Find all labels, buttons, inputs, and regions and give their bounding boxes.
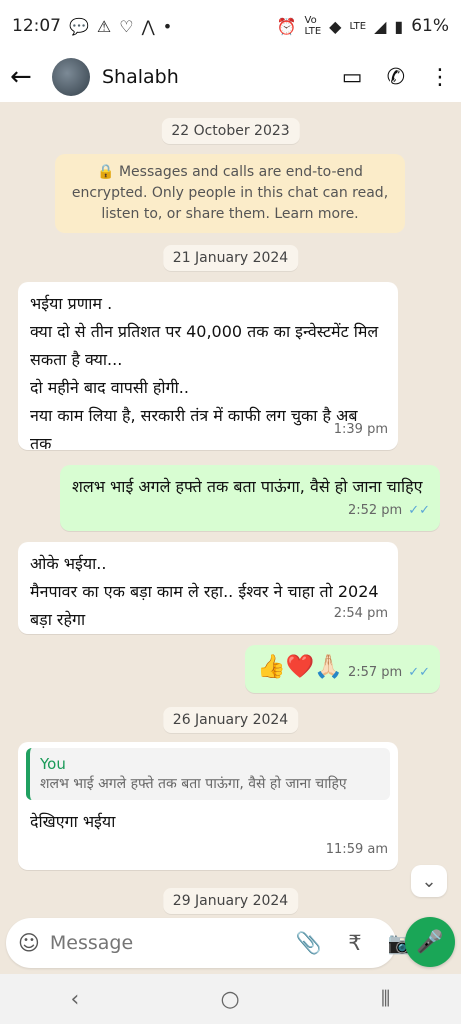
chat-area[interactable]: 22 October 2023 🔒 Messages and calls are…	[0, 102, 461, 914]
incoming-message-2[interactable]: ओके भईया.. मैनपावर का एक बड़ा काम ले रहा…	[18, 542, 398, 634]
date-separator-4: 29 January 2024	[162, 888, 299, 914]
back-nav-icon[interactable]: ‹	[71, 987, 80, 1012]
message-text: देखिएगा भईया	[30, 812, 116, 831]
video-call-icon[interactable]: ▭	[342, 65, 363, 90]
system-nav-bar: ‹ ○ ⦀	[0, 974, 461, 1024]
mic-button[interactable]: 🎤	[405, 917, 455, 967]
message-input[interactable]	[47, 931, 295, 955]
rupee-payment-icon[interactable]: ₹	[341, 931, 369, 956]
outgoing-message-2[interactable]: 👍❤️🙏🏻 2:57 pm ✓✓	[245, 645, 440, 693]
alarm-icon: ⏰	[276, 16, 297, 36]
back-arrow-icon[interactable]: ←	[10, 62, 38, 92]
mic-icon: 🎤	[416, 929, 444, 955]
avatar[interactable]	[52, 58, 90, 96]
lte-icon: LTE	[349, 20, 367, 32]
date-separator-1: 22 October 2023	[161, 118, 300, 144]
a-logo-icon: ⋀	[141, 16, 155, 36]
more-vertical-icon[interactable]: ⋮	[429, 65, 451, 90]
battery-icon: ▮	[394, 16, 404, 36]
quoted-message[interactable]: You शलभ भाई अगले हफ्ते तक बता पाऊंगा, वै…	[26, 748, 390, 800]
message-composer: ☺ 📎 ₹ 📷	[6, 918, 414, 968]
message-time: 1:39 pm	[333, 422, 388, 437]
attach-icon[interactable]: 📎	[295, 931, 323, 956]
home-nav-icon[interactable]: ○	[220, 987, 239, 1012]
phone-call-icon[interactable]: ✆	[387, 65, 405, 90]
outgoing-message-1[interactable]: शलभ भाई अगले हफ्ते तक बता पाऊंगा, वैसे ह…	[60, 465, 440, 531]
message-time: 2:52 pm	[347, 503, 403, 518]
encryption-notice[interactable]: 🔒 Messages and calls are end-to-end encr…	[55, 154, 405, 233]
message-text: ओके भईया.. मैनपावर का एक बड़ा काम ले रहा…	[30, 554, 379, 629]
chat-header: ← Shalabh ▭ ✆ ⋮	[0, 52, 461, 102]
incoming-message-reply[interactable]: You शलभ भाई अगले हफ्ते तक बता पाऊंगा, वै…	[18, 742, 398, 870]
encryption-notice-text: Messages and calls are end-to-end encryp…	[71, 164, 389, 222]
message-time: 2:57 pm	[347, 665, 403, 680]
emoji-sticker-icon[interactable]: ☺	[18, 931, 40, 955]
contact-name[interactable]: Shalabh	[102, 66, 342, 88]
signal-icon: ◢	[374, 16, 387, 36]
status-bar: 12:07 💬 ⚠ ♡ ⋀ • ⏰ Vo LTE ◆ LTE ◢ ▮ 61%	[0, 0, 461, 52]
scroll-down-button[interactable]: ⌄	[411, 865, 447, 897]
read-receipt-icon: ✓✓	[408, 503, 430, 518]
message-time-wrap: 2:57 pm ✓✓	[348, 659, 430, 687]
lock-icon: 🔒	[97, 164, 119, 180]
volte-icon: Vo LTE	[304, 15, 322, 37]
dot-icon: •	[162, 16, 173, 36]
recents-nav-icon[interactable]: ⦀	[381, 987, 391, 1012]
warning-icon: ⚠	[96, 16, 112, 36]
wifi-icon: ◆	[329, 16, 342, 36]
quoted-text: शलभ भाई अगले हफ्ते तक बता पाऊंगा, वैसे ह…	[40, 776, 347, 792]
battery-level: 61%	[411, 16, 449, 36]
read-receipt-icon: ✓✓	[408, 665, 430, 680]
quoted-sender: You	[40, 755, 66, 773]
double-chevron-down-icon: ⌄	[421, 870, 437, 892]
date-separator-2: 21 January 2024	[162, 245, 299, 271]
message-time: 2:54 pm	[333, 606, 388, 621]
incoming-message-1[interactable]: भईया प्रणाम . क्या दो से तीन प्रतिशत पर …	[18, 282, 398, 453]
status-time: 12:07	[12, 16, 61, 36]
message-time: 11:59 am	[325, 842, 388, 857]
date-separator-3: 26 January 2024	[162, 707, 299, 733]
heart-chat-icon: ♡	[119, 16, 134, 36]
message-time-wrap: 2:52 pm ✓✓	[348, 497, 430, 525]
chat-bubble-icon: 💬	[69, 16, 89, 36]
message-text: भईया प्रणाम . क्या दो से तीन प्रतिशत पर …	[30, 294, 379, 453]
